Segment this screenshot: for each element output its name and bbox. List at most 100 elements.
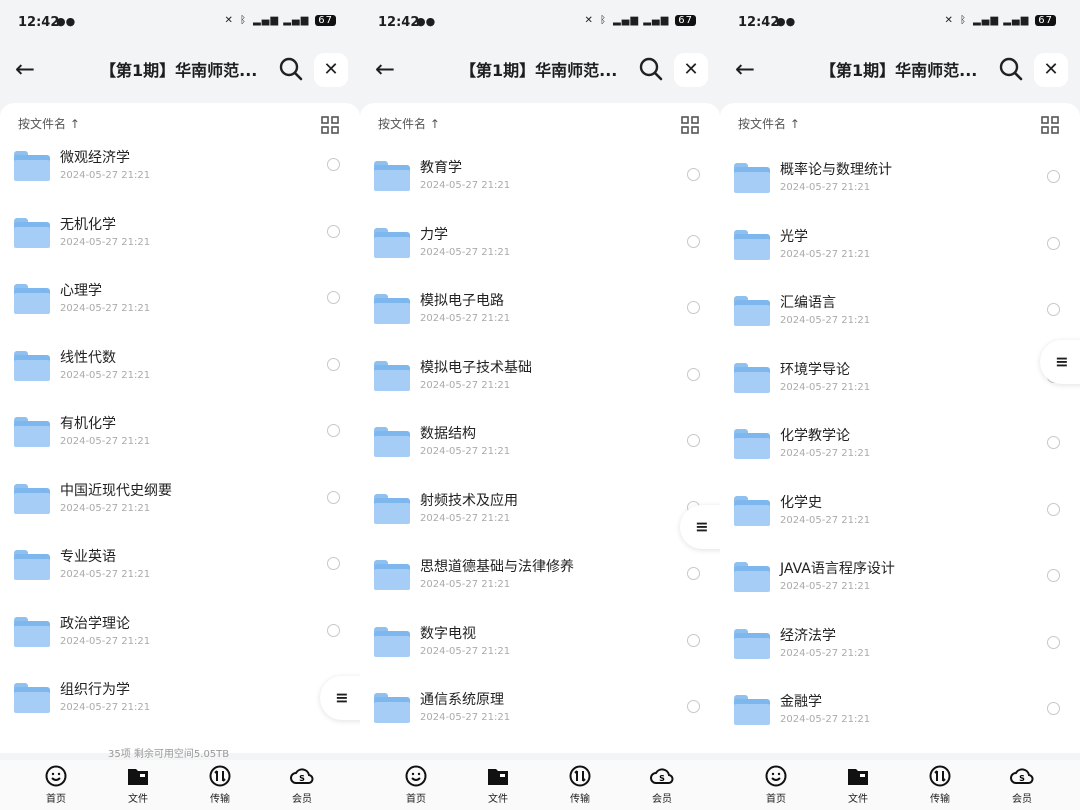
close-icon[interactable]: ✕ xyxy=(314,53,348,87)
select-radio[interactable] xyxy=(687,434,700,447)
select-radio[interactable] xyxy=(327,623,340,637)
select-radio[interactable] xyxy=(1047,236,1060,250)
folder-row[interactable]: 经济法学 2024-05-27 21:21 xyxy=(720,628,1080,695)
tab-home[interactable]: 首页 xyxy=(746,764,806,805)
tab-vip[interactable]: S 会员 xyxy=(632,764,692,805)
select-radio[interactable] xyxy=(1047,502,1060,516)
folder-date: 2024-05-27 21:21 xyxy=(420,712,511,723)
select-radio[interactable] xyxy=(687,168,700,181)
search-icon[interactable] xyxy=(638,56,664,82)
select-radio[interactable] xyxy=(687,234,700,248)
folder-row[interactable]: 光学 2024-05-27 21:21 xyxy=(720,229,1080,296)
close-icon[interactable]: ✕ xyxy=(1034,53,1068,87)
folder-row[interactable]: JAVA语言程序设计 2024-05-27 21:21 xyxy=(720,561,1080,628)
close-icon[interactable]: ✕ xyxy=(674,53,708,87)
status-time: 12:42 xyxy=(378,15,420,30)
select-radio[interactable] xyxy=(327,291,340,304)
folder-row[interactable]: 政治学理论 2024-05-27 21:21 xyxy=(0,616,360,683)
select-radio[interactable] xyxy=(327,224,340,238)
select-radio[interactable] xyxy=(687,700,700,713)
folder-row[interactable]: 心理学 2024-05-27 21:21 xyxy=(0,283,360,350)
folder-row[interactable]: 数据结构 2024-05-27 21:21 xyxy=(360,426,720,493)
folder-row[interactable]: 微观经济学 2024-05-27 21:21 xyxy=(0,150,360,217)
folder-row[interactable]: 有机化学 2024-05-27 21:21 xyxy=(0,416,360,483)
tab-vip[interactable]: S 会员 xyxy=(272,764,332,805)
folder-row[interactable]: 中国近现代史纲要 2024-05-27 21:21 xyxy=(0,483,360,550)
tab-files[interactable]: 文件 xyxy=(468,764,528,805)
folder-name: 通信系统原理 xyxy=(420,692,504,708)
folder-row[interactable]: 数字电视 2024-05-27 21:21 xyxy=(360,626,720,693)
sort-by-name-button[interactable]: 按文件名 ↑ xyxy=(18,115,80,132)
select-radio[interactable] xyxy=(327,357,340,371)
folder-name: 数字电视 xyxy=(420,625,476,642)
status-icons: ✕ ᛒ ▂▄▆ ▂▄▆ 67 xyxy=(585,15,696,26)
floating-menu-icon[interactable]: ≡ xyxy=(680,505,720,549)
bottom-tab-bar: 首页 文件 传输 S 会员 xyxy=(0,760,360,810)
back-arrow-icon[interactable]: ← xyxy=(372,56,398,82)
floating-menu-icon[interactable]: ≡ xyxy=(1040,340,1080,384)
select-radio[interactable] xyxy=(1047,436,1060,449)
folder-name: 组织行为学 xyxy=(60,682,130,698)
tab-vip[interactable]: S 会员 xyxy=(992,764,1052,805)
folder-row[interactable]: 射频技术及应用 2024-05-27 21:21 xyxy=(360,493,720,560)
select-radio[interactable] xyxy=(687,301,700,314)
search-icon[interactable] xyxy=(278,56,304,82)
folder-row[interactable]: 模拟电子电路 2024-05-27 21:21 xyxy=(360,293,720,360)
floating-menu-icon[interactable]: ≡ xyxy=(320,676,360,720)
folder-icon xyxy=(374,360,410,391)
folder-row[interactable]: 教育学 2024-05-27 21:21 xyxy=(360,160,720,227)
select-radio[interactable] xyxy=(1047,702,1060,715)
tab-files[interactable]: 文件 xyxy=(108,764,168,805)
tab-files[interactable]: 文件 xyxy=(828,764,888,805)
phone-screen: 12:42 ●● ✕ ᛒ ▂▄▆ ▂▄▆ 67 ← 【第1期】华南师范... ✕ 按文件名 ↑ 概率… xyxy=(720,0,1080,810)
select-radio[interactable] xyxy=(1047,635,1060,649)
sort-by-name-button[interactable]: 按文件名 ↑ xyxy=(378,115,440,132)
select-radio[interactable] xyxy=(1047,569,1060,582)
folder-row[interactable]: 通信系统原理 2024-05-27 21:21 xyxy=(360,692,720,759)
folder-row[interactable]: 汇编语言 2024-05-27 21:21 xyxy=(720,295,1080,362)
transfer-icon xyxy=(928,764,952,788)
bottom-tab-bar: 首页 文件 传输 S 会员 xyxy=(720,760,1080,810)
folder-date: 2024-05-27 21:21 xyxy=(780,647,871,659)
folder-date: 2024-05-27 21:21 xyxy=(420,379,511,391)
select-radio[interactable] xyxy=(687,567,700,580)
folder-row[interactable]: 线性代数 2024-05-27 21:21 xyxy=(0,350,360,417)
folder-row[interactable]: 金融学 2024-05-27 21:21 xyxy=(720,694,1080,761)
select-radio[interactable] xyxy=(327,158,340,171)
back-arrow-icon[interactable]: ← xyxy=(732,56,758,82)
tab-transfer[interactable]: 传输 xyxy=(910,764,970,805)
folder-row[interactable]: 环境学导论 2024-05-27 21:21 xyxy=(720,362,1080,429)
grid-view-icon[interactable] xyxy=(321,116,339,134)
select-radio[interactable] xyxy=(1047,170,1060,183)
svg-text:S: S xyxy=(659,774,665,783)
storage-info: 35项 剩余可用空间5.05TB xyxy=(108,749,230,760)
grid-view-icon[interactable] xyxy=(1041,116,1059,134)
folder-row[interactable]: 思想道德基础与法律修养 2024-05-27 21:21 xyxy=(360,559,720,626)
folder-row[interactable]: 无机化学 2024-05-27 21:21 xyxy=(0,217,360,284)
select-radio[interactable] xyxy=(327,557,340,570)
select-radio[interactable] xyxy=(327,490,340,504)
folder-name: 无机化学 xyxy=(60,216,116,233)
folder-row[interactable]: 概率论与数理统计 2024-05-27 21:21 xyxy=(720,162,1080,229)
folder-row[interactable]: 化学教学论 2024-05-27 21:21 xyxy=(720,428,1080,495)
select-radio[interactable] xyxy=(687,367,700,381)
folder-row[interactable]: 化学史 2024-05-27 21:21 xyxy=(720,495,1080,562)
tab-home[interactable]: 首页 xyxy=(386,764,446,805)
tab-label: 传输 xyxy=(570,794,590,805)
select-radio[interactable] xyxy=(1047,303,1060,316)
grid-view-icon[interactable] xyxy=(681,116,699,134)
sort-by-name-button[interactable]: 按文件名 ↑ xyxy=(738,115,800,132)
folder-row[interactable]: 组织行为学 2024-05-27 21:21 xyxy=(0,682,360,749)
tab-transfer[interactable]: 传输 xyxy=(550,764,610,805)
search-icon[interactable] xyxy=(998,56,1024,82)
tab-transfer[interactable]: 传输 xyxy=(190,764,250,805)
select-radio[interactable] xyxy=(327,424,340,437)
select-radio[interactable] xyxy=(687,633,700,647)
phone-screen: 12:42 ●● ✕ ᛒ ▂▄▆ ▂▄▆ 67 ← 【第1期】华南师范... ✕ 按文件名 ↑ 微观… xyxy=(0,0,360,810)
folder-row[interactable]: 力学 2024-05-27 21:21 xyxy=(360,227,720,294)
folder-row[interactable]: 模拟电子技术基础 2024-05-27 21:21 xyxy=(360,360,720,427)
folder-row[interactable]: 专业英语 2024-05-27 21:21 xyxy=(0,549,360,616)
tab-home[interactable]: 首页 xyxy=(26,764,86,805)
mute-icon: ✕ xyxy=(584,15,594,26)
back-arrow-icon[interactable]: ← xyxy=(12,56,38,82)
